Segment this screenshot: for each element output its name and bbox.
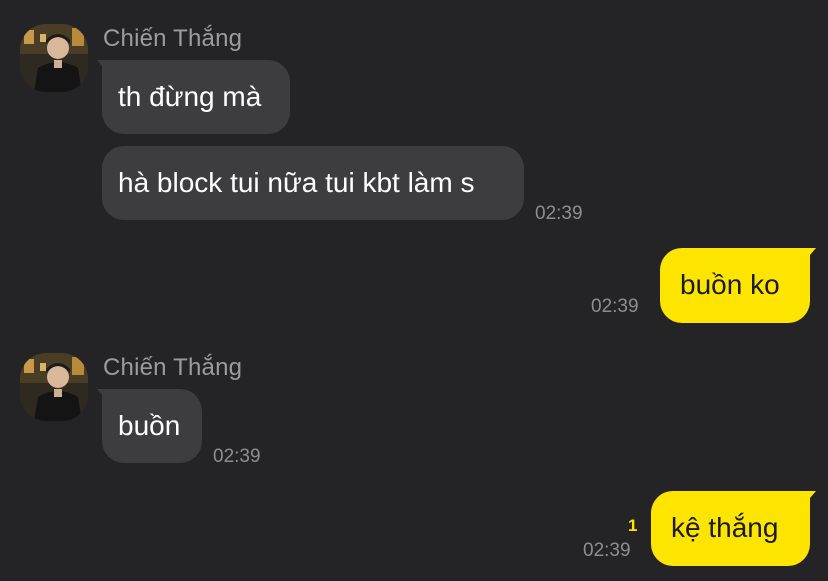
message-bubble-incoming[interactable]: th đừng mà (102, 60, 290, 134)
message-bubble-outgoing[interactable]: kệ thắng (651, 491, 810, 566)
message-text: buồn (118, 410, 181, 441)
message-time: 02:39 (213, 446, 261, 467)
sender-name: Chiến Thắng (103, 25, 243, 52)
sender-name: Chiến Thắng (103, 354, 243, 381)
message-time: 02:39 (583, 540, 631, 561)
message-text: kệ thắng (671, 512, 779, 543)
message-bubble-incoming[interactable]: buồn (102, 389, 202, 463)
message-bubble-incoming[interactable]: hà block tui nữa tui kbt làm s (102, 146, 524, 220)
unread-count: 1 (628, 516, 638, 535)
message-bubble-outgoing[interactable]: buồn ko (660, 248, 810, 323)
avatar[interactable] (20, 353, 88, 421)
message-text: hà block tui nữa tui kbt làm s (118, 167, 475, 198)
message-text: th đừng mà (118, 81, 262, 112)
message-time: 02:39 (535, 203, 583, 224)
message-text: buồn ko (680, 269, 780, 300)
avatar[interactable] (20, 24, 88, 92)
message-time: 02:39 (591, 296, 639, 317)
